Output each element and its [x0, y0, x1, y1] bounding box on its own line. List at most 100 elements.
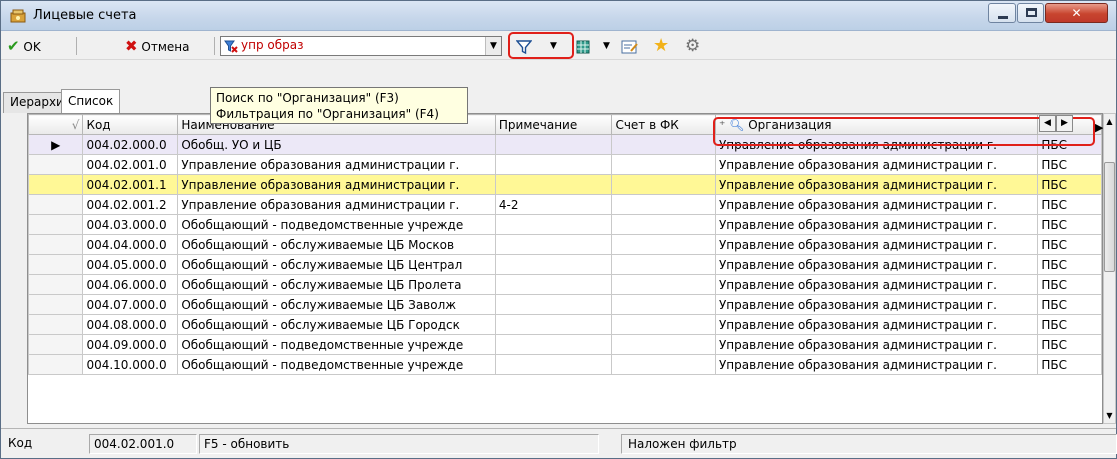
- cell-extra[interactable]: ПБС: [1037, 314, 1102, 335]
- cell-fk-account[interactable]: [611, 194, 716, 215]
- favorites-button[interactable]: ★: [653, 36, 669, 56]
- scroll-thumb[interactable]: [1104, 162, 1115, 272]
- cell-code[interactable]: 004.05.000.0: [82, 254, 179, 275]
- cell-extra[interactable]: ПБС: [1037, 334, 1102, 355]
- cell-name[interactable]: Обобщ. УО и ЦБ: [177, 134, 496, 155]
- cell-fk-account[interactable]: [611, 214, 716, 235]
- cell-extra[interactable]: ПБС: [1037, 214, 1102, 235]
- cell-fk-account[interactable]: [611, 254, 716, 275]
- cell-organization[interactable]: Управление образования администрации г.: [714, 234, 1039, 255]
- table-row[interactable]: 004.10.000.0 Обобщающий - подведомственны…: [28, 354, 1102, 375]
- cell-fk-account[interactable]: [611, 334, 716, 355]
- scroll-up-icon[interactable]: ▲: [1104, 114, 1115, 129]
- table-row[interactable]: 004.02.001.0 Управление образования админ…: [28, 154, 1102, 175]
- cell-name[interactable]: Обобщающий - обслуживаемые ЦБ Заволж: [177, 294, 496, 315]
- cell-note[interactable]: [494, 234, 613, 255]
- table-row[interactable]: 004.07.000.0 Обобщающий - обслуживаемые Ц…: [28, 294, 1102, 315]
- cell-fk-account[interactable]: [611, 354, 716, 375]
- cell-code[interactable]: 004.02.001.2: [82, 194, 179, 215]
- cell-note[interactable]: [494, 334, 613, 355]
- cell-organization[interactable]: Управление образования администрации г.: [714, 294, 1039, 315]
- table-row[interactable]: 004.02.001.2 Управление образования админ…: [28, 194, 1102, 215]
- cancel-button[interactable]: ✖ Отмена: [125, 36, 189, 56]
- vertical-scrollbar[interactable]: ▲ ▼: [1103, 113, 1116, 424]
- cell-note[interactable]: [494, 354, 613, 375]
- chevron-down-icon[interactable]: ▼: [485, 37, 501, 55]
- cell-note[interactable]: [494, 174, 613, 195]
- cell-note[interactable]: [494, 214, 613, 235]
- table-row[interactable]: 004.05.000.0 Обобщающий - обслуживаемые Ц…: [28, 254, 1102, 275]
- cell-fk-account[interactable]: [611, 234, 716, 255]
- filter-button[interactable]: [515, 36, 533, 56]
- settings-button[interactable]: ⚙: [685, 36, 700, 56]
- refresh-grid-button[interactable]: [575, 36, 593, 56]
- cell-code[interactable]: 004.08.000.0: [82, 314, 179, 335]
- cell-name[interactable]: Управление образования администрации г.: [177, 194, 496, 215]
- cell-fk-account[interactable]: [611, 134, 716, 155]
- cell-note[interactable]: [494, 274, 613, 295]
- cell-name[interactable]: Обобщающий - подведомственные учрежде: [177, 334, 496, 355]
- cell-organization[interactable]: Управление образования администрации г.: [714, 154, 1039, 175]
- cell-organization[interactable]: Управление образования администрации г.: [714, 254, 1039, 275]
- cell-note[interactable]: [494, 254, 613, 275]
- table-row[interactable]: 004.09.000.0 Обобщающий - подведомственны…: [28, 334, 1102, 355]
- cell-name[interactable]: Обобщающий - обслуживаемые ЦБ Централ: [177, 254, 496, 275]
- cell-organization[interactable]: Управление образования администрации г.: [714, 314, 1039, 335]
- cell-extra[interactable]: ПБС: [1037, 174, 1102, 195]
- cell-extra[interactable]: ПБС: [1037, 194, 1102, 215]
- scroll-left-icon[interactable]: ◀: [1039, 115, 1056, 132]
- cell-note[interactable]: [494, 154, 613, 175]
- column-header-fk-account[interactable]: Счет в ФК: [611, 114, 716, 135]
- cell-extra[interactable]: ПБС: [1037, 154, 1102, 175]
- cell-note[interactable]: [494, 314, 613, 335]
- table-row[interactable]: 004.04.000.0 Обобщающий - обслуживаемые Ц…: [28, 234, 1102, 255]
- cell-organization[interactable]: Управление образования администрации г.: [714, 274, 1039, 295]
- close-button[interactable]: ✕: [1045, 3, 1108, 23]
- cell-code[interactable]: 004.06.000.0: [82, 274, 179, 295]
- cell-extra[interactable]: ПБС: [1037, 294, 1102, 315]
- cell-extra[interactable]: ПБС: [1037, 254, 1102, 275]
- cell-fk-account[interactable]: [611, 314, 716, 335]
- cell-name[interactable]: Обобщающий - подведомственные учрежде: [177, 214, 496, 235]
- cell-fk-account[interactable]: [611, 154, 716, 175]
- column-header-note[interactable]: Примечание: [494, 114, 613, 135]
- cell-name[interactable]: Управление образования администрации г.: [177, 154, 496, 175]
- tab-list[interactable]: Список: [61, 89, 121, 113]
- cell-organization[interactable]: Управление образования администрации г.: [714, 334, 1039, 355]
- cell-organization[interactable]: Управление образования администрации г.: [714, 194, 1039, 215]
- table-row[interactable]: 004.03.000.0 Обобщающий - подведомственны…: [28, 214, 1102, 235]
- cell-note[interactable]: [494, 294, 613, 315]
- scroll-down-icon[interactable]: ▼: [1104, 408, 1115, 423]
- cell-organization[interactable]: Управление образования администрации г.: [714, 174, 1039, 195]
- ok-button[interactable]: ✔ OK: [7, 36, 41, 56]
- maximize-button[interactable]: [1017, 3, 1044, 23]
- cell-extra[interactable]: ПБС: [1037, 234, 1102, 255]
- table-row[interactable]: 004.08.000.0 Обобщающий - обслуживаемые Ц…: [28, 314, 1102, 335]
- cell-code[interactable]: 004.07.000.0: [82, 294, 179, 315]
- view-dropdown-arrow[interactable]: ▼: [603, 36, 610, 56]
- filter-dropdown-arrow[interactable]: ▼: [550, 36, 557, 56]
- cell-code[interactable]: 004.09.000.0: [82, 334, 179, 355]
- cell-fk-account[interactable]: [611, 174, 716, 195]
- search-combobox[interactable]: упр образ ▼: [220, 36, 502, 56]
- column-header-code[interactable]: Код: [82, 114, 179, 135]
- cell-note[interactable]: 4-2: [494, 194, 613, 215]
- cell-name[interactable]: Управление образования администрации г.: [177, 174, 496, 195]
- table-row[interactable]: 004.02.001.1 Управление образования админ…: [28, 174, 1102, 195]
- cell-fk-account[interactable]: [611, 294, 716, 315]
- scroll-right-icon[interactable]: ▶: [1056, 115, 1073, 132]
- cell-code[interactable]: 004.03.000.0: [82, 214, 179, 235]
- cell-code[interactable]: 004.02.001.1: [82, 174, 179, 195]
- cell-code[interactable]: 004.02.000.0: [82, 134, 179, 155]
- cell-extra[interactable]: ПБС: [1037, 274, 1102, 295]
- minimize-button[interactable]: [988, 3, 1016, 23]
- edit-button[interactable]: [621, 36, 639, 56]
- cell-name[interactable]: Обобщающий - подведомственные учрежде: [177, 354, 496, 375]
- cell-code[interactable]: 004.02.001.0: [82, 154, 179, 175]
- cell-organization[interactable]: Управление образования администрации г.: [714, 354, 1039, 375]
- cell-name[interactable]: Обобщающий - обслуживаемые ЦБ Пролета: [177, 274, 496, 295]
- cell-note[interactable]: [494, 134, 613, 155]
- table-row[interactable]: 004.06.000.0 Обобщающий - обслуживаемые Ц…: [28, 274, 1102, 295]
- cell-code[interactable]: 004.10.000.0: [82, 354, 179, 375]
- cell-name[interactable]: Обобщающий - обслуживаемые ЦБ Городск: [177, 314, 496, 335]
